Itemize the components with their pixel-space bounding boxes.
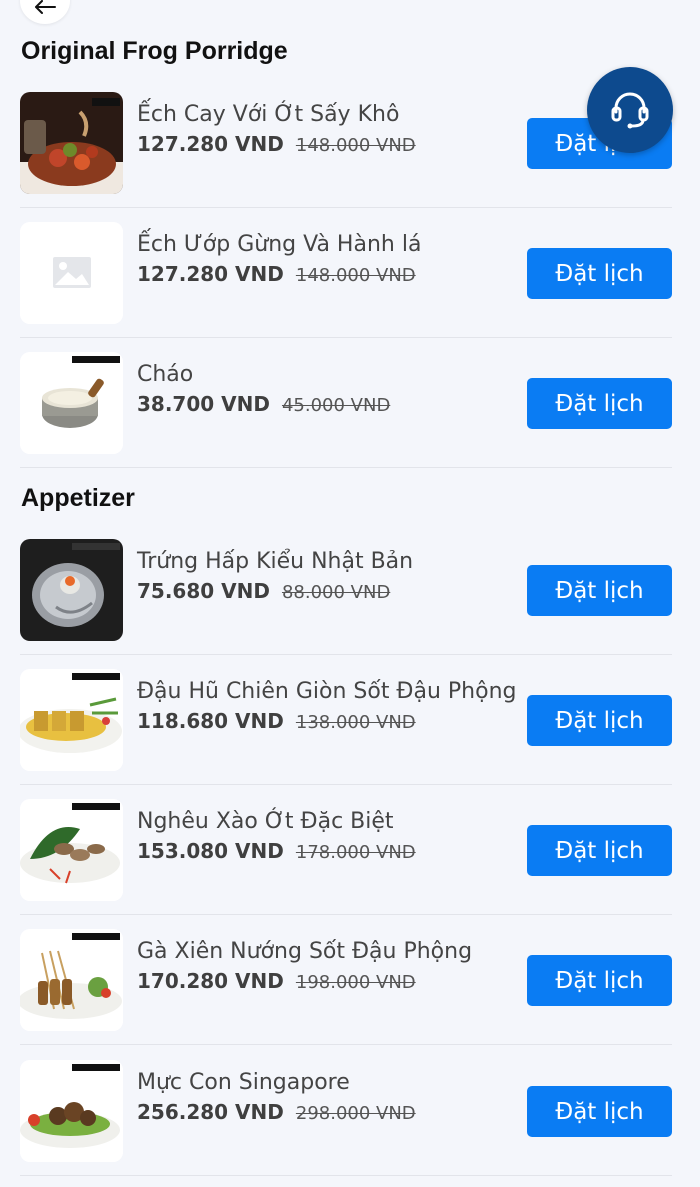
list-item[interactable]: Trứng Hấp Kiểu Nhật Bản 75.680 VND 88.000… [20,525,672,655]
arrow-left-icon [35,0,56,14]
support-button[interactable] [587,67,673,153]
sale-price: 127.280 VND [137,132,284,156]
price-row: 127.280 VND 148.000 VND [137,262,416,286]
dish-image [20,352,123,454]
dish-name: Cháo [137,362,194,387]
dish-name: Đậu Hũ Chiên Giòn Sốt Đậu Phộng [137,679,517,704]
dish-image [20,1060,123,1162]
book-button[interactable]: Đặt lịch [527,825,672,876]
dish-name: Gà Xiên Nướng Sốt Đậu Phộng [137,939,473,964]
sale-price: 170.280 VND [137,969,284,993]
original-price: 178.000 VND [295,842,416,863]
book-button[interactable]: Đặt lịch [527,378,672,429]
price-row: 38.700 VND 45.000 VND [137,392,390,416]
list-item[interactable]: Gà Xiên Nướng Sốt Đậu Phộng 170.280 VND 1… [20,915,672,1045]
original-price: 148.000 VND [295,265,416,286]
price-row: 118.680 VND 138.000 VND [137,709,416,733]
dish-name: Mực Con Singapore [137,1070,350,1095]
sale-price: 75.680 VND [137,579,270,603]
price-row: 153.080 VND 178.000 VND [137,839,416,863]
dish-name: Ếch Ướp Gừng Và Hành lá [137,232,422,257]
dish-name: Nghêu Xào Ớt Đặc Biệt [137,809,394,834]
list-item[interactable]: Ếch Cay Với Ớt Sấy Khô 127.280 VND 148.00… [20,78,672,208]
sale-price: 38.700 VND [137,392,270,416]
book-button[interactable]: Đặt lịch [527,248,672,299]
dish-image [20,799,123,901]
list-item[interactable]: Mực Con Singapore 256.280 VND 298.000 VND… [20,1046,672,1176]
book-button[interactable]: Đặt lịch [527,1086,672,1137]
dish-name: Ếch Cay Với Ớt Sấy Khô [137,102,400,127]
section-title-frog-porridge: Original Frog Porridge [21,37,288,65]
original-price: 88.000 VND [281,582,391,603]
list-item[interactable]: Đậu Hũ Chiên Giòn Sốt Đậu Phộng 118.680 … [20,655,672,785]
book-button[interactable]: Đặt lịch [527,955,672,1006]
book-button[interactable]: Đặt lịch [527,565,672,616]
headset-icon [611,92,649,129]
image-placeholder [20,222,123,324]
dish-image [20,929,123,1031]
list-item[interactable]: Cháo 38.700 VND 45.000 VND Đặt lịch [20,338,672,468]
price-row: 170.280 VND 198.000 VND [137,969,416,993]
price-row: 256.280 VND 298.000 VND [137,1100,416,1124]
image-placeholder-icon [20,222,123,324]
dish-image [20,669,123,771]
back-button[interactable] [20,0,70,24]
sale-price: 153.080 VND [137,839,284,863]
dish-name: Trứng Hấp Kiểu Nhật Bản [137,549,414,574]
dish-image [20,92,123,194]
dish-image [20,539,123,641]
book-button[interactable]: Đặt lịch [527,695,672,746]
sale-price: 256.280 VND [137,1100,284,1124]
original-price: 148.000 VND [295,135,416,156]
original-price: 198.000 VND [295,972,416,993]
sale-price: 118.680 VND [137,709,284,733]
sale-price: 127.280 VND [137,262,284,286]
list-item[interactable]: Nghêu Xào Ớt Đặc Biệt 153.080 VND 178.000… [20,785,672,915]
price-row: 127.280 VND 148.000 VND [137,132,416,156]
original-price: 45.000 VND [281,395,391,416]
price-row: 75.680 VND 88.000 VND [137,579,390,603]
section-title-appetizer: Appetizer [21,484,135,512]
original-price: 138.000 VND [295,712,416,733]
list-item[interactable]: Ếch Ướp Gừng Và Hành lá 127.280 VND 148.0… [20,208,672,338]
original-price: 298.000 VND [295,1103,416,1124]
